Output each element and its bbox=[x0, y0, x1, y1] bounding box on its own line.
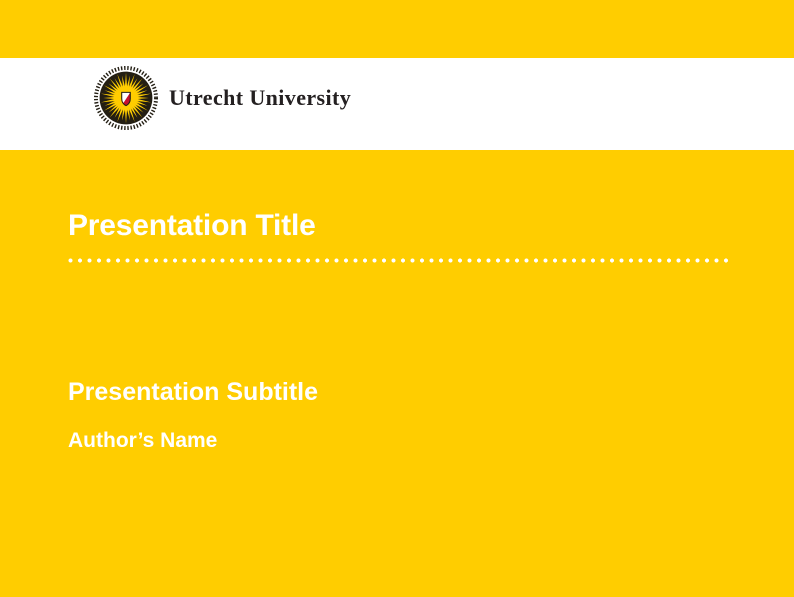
dotted-separator bbox=[68, 258, 731, 263]
author-name: Author’s Name bbox=[68, 430, 217, 451]
logo-band: Utrecht University bbox=[0, 58, 794, 150]
utrecht-university-logo: Utrecht University bbox=[93, 65, 351, 131]
presentation-subtitle: Presentation Subtitle bbox=[68, 380, 318, 405]
presentation-title: Presentation Title bbox=[68, 211, 316, 241]
logo-wordmark: Utrecht University bbox=[169, 85, 351, 111]
title-slide: Utrecht University Presentation Title Pr… bbox=[0, 0, 794, 597]
utrecht-university-seal-icon bbox=[93, 65, 159, 131]
